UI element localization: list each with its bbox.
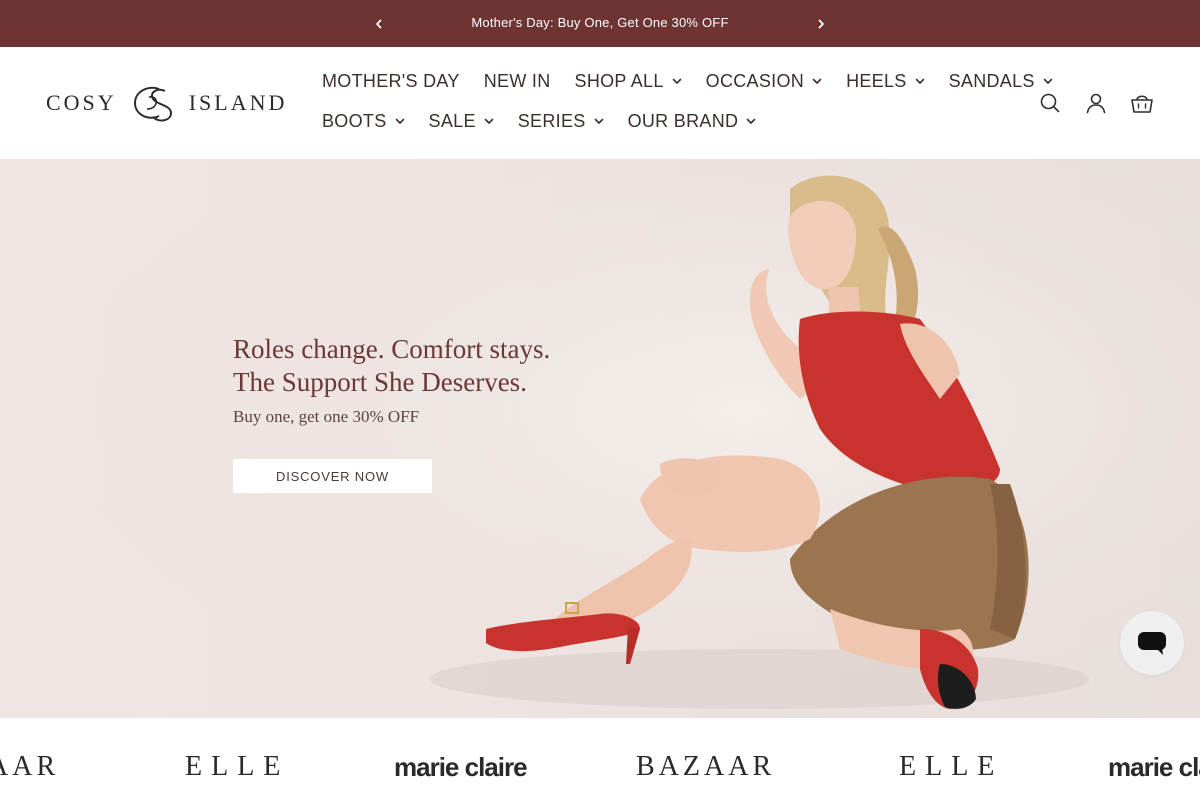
hero-banner[interactable]: Roles change. Comfort stays. The Support…	[0, 159, 1200, 718]
nav-label: OUR BRAND	[627, 110, 739, 131]
search-icon	[1040, 93, 1060, 113]
press-logo-elle: ELLE	[185, 751, 290, 782]
nav-item-boots[interactable]: BOOTS	[322, 111, 405, 132]
chevron-down-icon	[594, 118, 603, 124]
account-button[interactable]	[1084, 91, 1108, 115]
nav-label: OCCASION	[705, 70, 805, 91]
press-logos-strip: BAZAAR ELLE marie claire BAZAAR ELLE mar…	[0, 718, 1200, 800]
nav-label: SHOP ALL	[574, 70, 664, 91]
press-logo-bazaar: BAZAAR	[0, 751, 60, 782]
nav-label: NEW IN	[483, 70, 551, 91]
press-logo-bazaar: BAZAAR	[636, 751, 776, 782]
nav-item-occasion[interactable]: OCCASION	[706, 71, 822, 92]
logo-word-left: COSY	[46, 90, 117, 115]
nav-item-our-brand[interactable]: OUR BRAND	[628, 111, 757, 132]
nav-label: SANDALS	[948, 70, 1035, 91]
main-navigation: MOTHER'S DAY NEW IN SHOP ALL OCCASION HE…	[322, 61, 1053, 141]
discover-now-button[interactable]: DISCOVER NOW	[233, 459, 432, 493]
hero-subtitle: Buy one, get one 30% OFF	[233, 407, 420, 426]
hero-title: Roles change. Comfort stays. The Support…	[233, 333, 613, 399]
nav-item-series[interactable]: SERIES	[518, 111, 604, 132]
chevron-down-icon	[746, 118, 756, 124]
chevron-left-icon	[376, 19, 382, 28]
nav-label: MOTHER'S DAY	[322, 70, 460, 91]
hero-title-line-2: The Support She Deserves.	[233, 367, 527, 397]
chevron-down-icon	[812, 78, 822, 84]
chevron-down-icon	[395, 118, 404, 124]
chevron-down-icon	[915, 78, 924, 84]
nav-item-shop-all[interactable]: SHOP ALL	[575, 71, 682, 92]
press-logo-marie-claire: marie claire	[1108, 752, 1200, 782]
nav-item-sandals[interactable]: SANDALS	[949, 71, 1053, 92]
brand-logo[interactable]: COSY ISLAND	[46, 83, 302, 123]
nav-label: HEELS	[846, 70, 907, 91]
cart-icon	[1131, 95, 1153, 113]
announcement-message[interactable]: Mother's Day: Buy One, Get One 30% OFF	[400, 0, 800, 45]
search-button[interactable]	[1038, 91, 1062, 115]
site-header: COSY ISLAND MOTHER'S DAY NEW IN SHOP ALL…	[0, 47, 1200, 159]
nav-row-2: BOOTS SALE SERIES OUR BRAND	[322, 101, 1022, 141]
logo-word-right: ISLAND	[188, 90, 288, 115]
press-logo-elle: ELLE	[899, 751, 1004, 782]
logo-monogram-icon	[133, 86, 172, 122]
header-tools	[1016, 91, 1154, 115]
chevron-right-icon	[818, 19, 824, 28]
hero-title-line-1: Roles change. Comfort stays.	[233, 334, 551, 364]
nav-label: SALE	[428, 110, 476, 131]
announcement-prev-button[interactable]	[364, 0, 394, 47]
hero-copy: Roles change. Comfort stays. The Support…	[233, 333, 613, 427]
press-logo-marie-claire: marie claire	[394, 752, 528, 782]
chevron-down-icon	[672, 78, 681, 84]
nav-row-1: MOTHER'S DAY NEW IN SHOP ALL OCCASION HE…	[322, 61, 1053, 101]
nav-label: SERIES	[517, 110, 586, 131]
cart-button[interactable]	[1130, 91, 1154, 115]
hero-model-image	[0, 159, 1200, 718]
announcement-next-button[interactable]	[806, 0, 836, 47]
chat-bubble-icon	[1138, 632, 1166, 655]
account-icon	[1086, 93, 1106, 114]
nav-label: BOOTS	[322, 110, 387, 131]
chevron-down-icon	[1043, 78, 1053, 84]
nav-item-new-in[interactable]: NEW IN	[484, 71, 551, 92]
nav-item-sale[interactable]: SALE	[429, 111, 494, 132]
nav-item-heels[interactable]: HEELS	[846, 71, 925, 92]
announcement-bar: Mother's Day: Buy One, Get One 30% OFF	[0, 0, 1200, 47]
chat-launcher-button[interactable]	[1120, 611, 1184, 675]
chevron-down-icon	[484, 118, 494, 124]
nav-item-mothers-day[interactable]: MOTHER'S DAY	[322, 71, 460, 92]
